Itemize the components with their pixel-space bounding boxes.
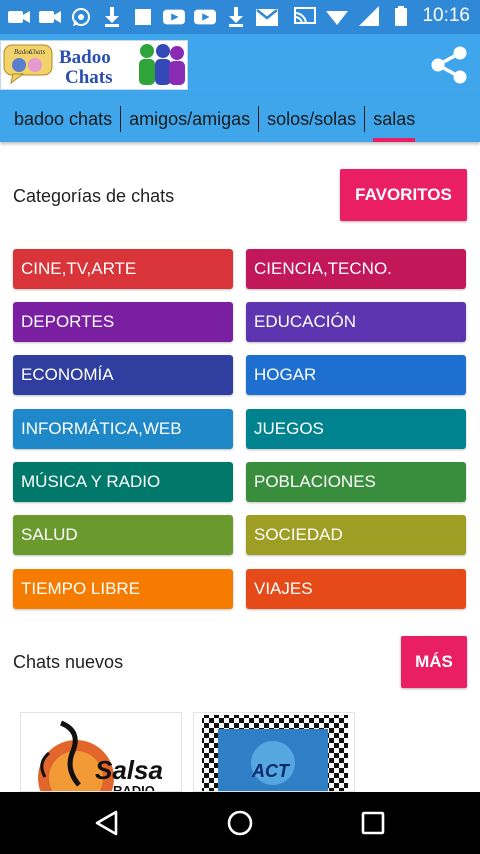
chat-thumbnail-salsa-radio[interactable]: Salsa RADIO bbox=[20, 712, 182, 792]
chat-thumbnail-act[interactable]: ACT bbox=[193, 712, 355, 792]
category-tiempo-libre[interactable]: TIEMPO LIBRE bbox=[13, 569, 233, 609]
video-icon bbox=[39, 6, 61, 28]
tab-badoo-chats[interactable]: badoo chats bbox=[6, 106, 122, 132]
category-informatica-web[interactable]: INFORMÁTICA,WEB bbox=[13, 409, 233, 449]
gmail-icon bbox=[256, 6, 278, 28]
category-viajes[interactable]: VIAJES bbox=[246, 569, 466, 609]
back-icon[interactable] bbox=[92, 808, 122, 838]
category-educacion[interactable]: EDUCACIÓN bbox=[246, 302, 466, 342]
thumb-salsa-text: Salsa bbox=[95, 755, 163, 785]
category-ciencia-tecno[interactable]: CIENCIA,TECNO. bbox=[246, 249, 466, 289]
app-logo[interactable]: Badoo Chats Badoo Chats bbox=[0, 40, 188, 90]
category-deportes[interactable]: DEPORTES bbox=[13, 302, 233, 342]
svg-text:Chats: Chats bbox=[65, 67, 113, 88]
download-icon bbox=[225, 6, 247, 28]
share-icon[interactable] bbox=[428, 44, 470, 86]
app-bar: Badoo Chats Badoo Chats bbox=[0, 34, 480, 96]
category-juegos[interactable]: JUEGOS bbox=[246, 409, 466, 449]
tab-bar: badoo chats amigos/amigas solos/solas sa… bbox=[0, 96, 480, 142]
category-poblaciones[interactable]: POBLACIONES bbox=[246, 462, 466, 502]
category-sociedad[interactable]: SOCIEDAD bbox=[246, 515, 466, 555]
square-icon bbox=[132, 6, 154, 28]
svg-text:Badoo: Badoo bbox=[59, 47, 111, 68]
video-icon bbox=[8, 6, 30, 28]
battery-icon bbox=[390, 5, 412, 27]
download-icon bbox=[101, 6, 123, 28]
category-cine-tv-arte[interactable]: CINE,TV,ARTE bbox=[13, 249, 233, 289]
youtube-icon bbox=[194, 6, 216, 28]
thumb-act-text: ACT bbox=[251, 761, 291, 781]
navigation-bar bbox=[0, 792, 480, 854]
svg-text:Chats: Chats bbox=[29, 48, 46, 56]
youtube-icon bbox=[163, 6, 185, 28]
category-hogar[interactable]: HOGAR bbox=[246, 355, 466, 395]
cast-icon bbox=[294, 5, 317, 27]
wifi-icon bbox=[326, 5, 349, 27]
thumb-radio-text: RADIO bbox=[113, 783, 155, 792]
new-chats-title: Chats nuevos bbox=[13, 652, 124, 672]
tab-salas[interactable]: salas bbox=[365, 106, 423, 142]
status-bar: 10:16 bbox=[0, 0, 480, 34]
recents-icon[interactable] bbox=[358, 808, 388, 838]
clock: 10:16 bbox=[422, 5, 470, 26]
tab-solos-solas[interactable]: solos/solas bbox=[259, 106, 366, 132]
home-icon[interactable] bbox=[225, 808, 255, 838]
system-icons: 10:16 bbox=[294, 5, 470, 27]
whatsapp-icon bbox=[70, 6, 92, 28]
mas-button[interactable]: MÁS bbox=[401, 636, 467, 688]
notification-icons bbox=[8, 6, 278, 28]
tab-amigos-amigas[interactable]: amigos/amigas bbox=[121, 106, 260, 132]
signal-icon bbox=[358, 5, 380, 27]
category-economia[interactable]: ECONOMÍA bbox=[13, 355, 233, 395]
category-musica-y-radio[interactable]: MÚSICA Y RADIO bbox=[13, 462, 233, 502]
categories-title: Categorías de chats bbox=[13, 186, 175, 206]
category-salud[interactable]: SALUD bbox=[13, 515, 233, 555]
favoritos-button[interactable]: FAVORITOS bbox=[340, 169, 467, 221]
